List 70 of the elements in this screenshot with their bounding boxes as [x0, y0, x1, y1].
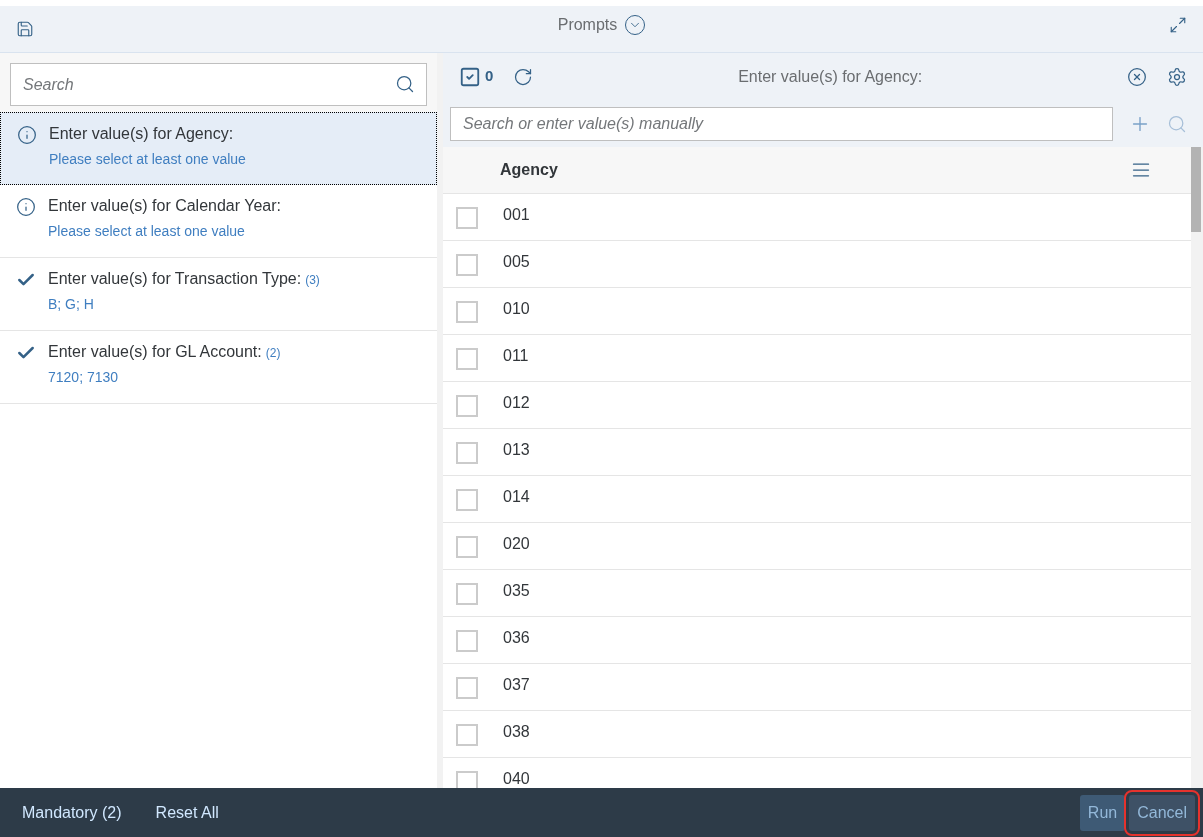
table-row[interactable]: 014	[443, 476, 1191, 523]
table-row[interactable]: 005	[443, 241, 1191, 288]
checkbox[interactable]	[456, 207, 478, 229]
agency-value: 020	[503, 534, 530, 554]
table-row[interactable]: 038	[443, 711, 1191, 758]
agency-value: 037	[503, 675, 530, 695]
agency-value: 010	[503, 299, 530, 319]
agency-value: 005	[503, 252, 530, 272]
checkbox[interactable]	[456, 348, 478, 370]
footer-link[interactable]: Reset All	[155, 800, 219, 825]
table-row[interactable]: 020	[443, 523, 1191, 570]
table-row[interactable]: 010	[443, 288, 1191, 335]
info-icon	[17, 125, 37, 145]
agency-value: 012	[503, 393, 530, 413]
prompt-item[interactable]: Enter value(s) for Calendar Year: Please select at least one value	[0, 185, 437, 258]
prompt-label: Enter value(s) for Calendar Year:	[48, 196, 281, 216]
checkbox[interactable]	[456, 630, 478, 652]
table-row[interactable]: 011	[443, 335, 1191, 382]
footer-link[interactable]: Mandatory (2)	[22, 800, 122, 825]
agency-value: 014	[503, 487, 530, 507]
agency-value: 036	[503, 628, 530, 648]
checkbox[interactable]	[456, 395, 478, 417]
scrollbar[interactable]	[1191, 147, 1203, 788]
search-field[interactable]: Search	[10, 63, 427, 106]
selection-count: (2)	[265, 345, 281, 362]
agency-value: 001	[503, 205, 530, 225]
prompt-item[interactable]: Enter value(s) for Transaction Type: (3) B; G; H	[0, 258, 437, 331]
agency-value: 013	[503, 440, 530, 460]
agency-value: 035	[503, 581, 530, 601]
prompt-detail: B; G; H	[48, 295, 95, 314]
checkbox[interactable]	[456, 301, 478, 323]
dialog-title: Prompts	[557, 15, 618, 35]
table-row[interactable]: 036	[443, 617, 1191, 664]
clear-icon[interactable]	[1127, 66, 1147, 87]
prompt-label: Enter value(s) for Agency:	[49, 124, 234, 144]
selected-count: 0	[485, 66, 494, 87]
refresh-icon[interactable]	[513, 66, 534, 87]
prompt-item[interactable]: Enter value(s) for Agency: Please select at least one value	[0, 112, 437, 185]
prompt-label: Enter value(s) for GL Account:	[48, 342, 262, 362]
checkbox[interactable]	[456, 442, 478, 464]
panel-title: Enter value(s) for Agency:	[737, 66, 924, 87]
checkbox-icon[interactable]	[459, 65, 481, 88]
checkbox[interactable]	[456, 489, 478, 511]
table-row[interactable]: 037	[443, 664, 1191, 711]
prompt-detail: 7120; 7130	[48, 368, 120, 387]
settings-icon[interactable]	[1167, 66, 1187, 87]
info-icon	[16, 197, 36, 217]
prompt-detail: Please select at least one value	[48, 222, 246, 241]
agency-value: 011	[503, 346, 529, 366]
prompt-label: Enter value(s) for Transaction Type:	[48, 269, 302, 289]
checkbox[interactable]	[456, 677, 478, 699]
checkbox[interactable]	[456, 536, 478, 558]
agency-value: 038	[503, 722, 530, 742]
table-row[interactable]: 012	[443, 382, 1191, 429]
search-icon[interactable]	[395, 74, 415, 94]
checkbox[interactable]	[456, 724, 478, 746]
prompt-detail: Please select at least one value	[49, 150, 246, 169]
checkbox[interactable]	[456, 254, 478, 276]
prompt-item[interactable]: Enter value(s) for GL Account: (2) 7120; 7130	[0, 331, 437, 404]
selection-count: (3)	[305, 272, 320, 289]
table-row[interactable]: 035	[443, 570, 1191, 617]
column-header: Agency	[500, 160, 559, 180]
table-row[interactable]: 013	[443, 429, 1191, 476]
value-search-field[interactable]: Search or enter value(s) manually	[450, 106, 1113, 141]
save-icon[interactable]	[16, 20, 34, 38]
checkbox[interactable]	[456, 771, 478, 788]
table-row[interactable]: 001	[443, 194, 1191, 241]
expand-icon[interactable]	[1169, 16, 1187, 34]
checkbox[interactable]	[456, 583, 478, 605]
agency-value: 040	[503, 769, 530, 788]
